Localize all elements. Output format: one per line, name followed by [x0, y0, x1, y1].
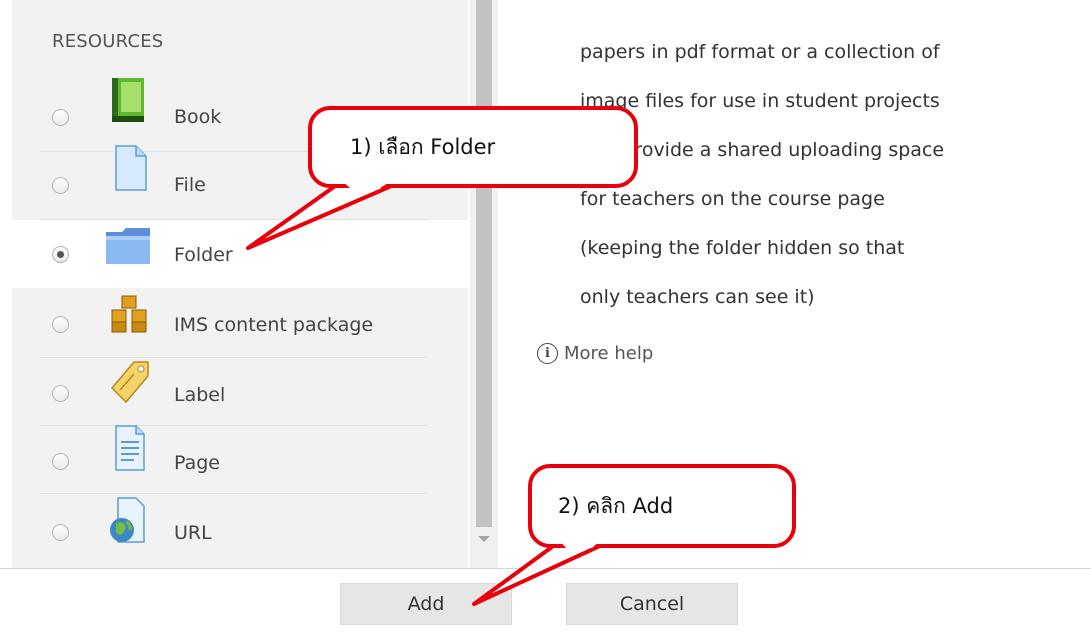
- radio-ims[interactable]: [52, 316, 69, 333]
- radio-url[interactable]: [52, 524, 69, 541]
- module-description: papers in pdf format or a collection of …: [580, 28, 1060, 322]
- more-help-label: More help: [564, 343, 654, 364]
- label-tag-icon: [104, 356, 154, 404]
- resource-label-file: File: [174, 174, 206, 196]
- callout-step-1: 1) เลือก Folder: [308, 106, 638, 188]
- resource-label-page: Page: [174, 452, 220, 474]
- resource-label-url: URL: [174, 522, 212, 544]
- cancel-button[interactable]: Cancel: [566, 583, 738, 625]
- resource-list-panel: RESOURCES Book File Folder IMS content p…: [12, 0, 468, 568]
- ims-package-icon: [104, 292, 154, 338]
- description-line: papers in pdf format or a collection of: [580, 41, 940, 63]
- add-button[interactable]: Add: [340, 583, 512, 625]
- callout-step-2: 2) คลิก Add: [528, 464, 796, 548]
- more-help-link[interactable]: i More help: [537, 343, 653, 364]
- resource-item-url[interactable]: URL: [12, 494, 468, 562]
- resource-item-ims[interactable]: IMS content package: [12, 290, 468, 358]
- resource-label-label: Label: [174, 384, 226, 406]
- book-icon: [104, 76, 154, 122]
- folder-icon: [104, 224, 154, 270]
- section-heading-resources: RESOURCES: [52, 31, 164, 52]
- dialog-footer: Add Cancel: [0, 569, 1091, 637]
- description-line: (keeping the folder hidden so that: [580, 237, 905, 259]
- resource-label-ims: IMS content package: [174, 314, 374, 336]
- radio-label[interactable]: [52, 385, 69, 402]
- description-line: image files for use in student projects: [580, 90, 940, 112]
- radio-folder[interactable]: [52, 246, 69, 263]
- resource-item-folder[interactable]: Folder: [12, 220, 468, 288]
- page-icon: [104, 424, 154, 471]
- description-line: for teachers on the course page: [580, 188, 885, 210]
- file-icon: [104, 144, 154, 191]
- scroll-down-arrow-icon[interactable]: [478, 536, 490, 542]
- scrollbar-thumb[interactable]: [476, 0, 492, 527]
- description-line: only teachers can see it): [580, 286, 815, 308]
- radio-book[interactable]: [52, 109, 69, 126]
- list-scrollbar[interactable]: [470, 0, 498, 568]
- description-line: • to provide a shared uploading space: [580, 139, 945, 161]
- radio-page[interactable]: [52, 453, 69, 470]
- resource-label-folder: Folder: [174, 244, 233, 266]
- resource-label-book: Book: [174, 106, 222, 128]
- url-globe-icon: [104, 496, 154, 543]
- callout-step-2-text: 2) คลิก Add: [558, 493, 674, 518]
- callout-step-1-text: 1) เลือก Folder: [350, 134, 496, 159]
- resource-item-label[interactable]: Label: [12, 358, 468, 426]
- resource-item-page[interactable]: Page: [12, 424, 468, 494]
- radio-file[interactable]: [52, 177, 69, 194]
- info-icon: i: [537, 343, 558, 364]
